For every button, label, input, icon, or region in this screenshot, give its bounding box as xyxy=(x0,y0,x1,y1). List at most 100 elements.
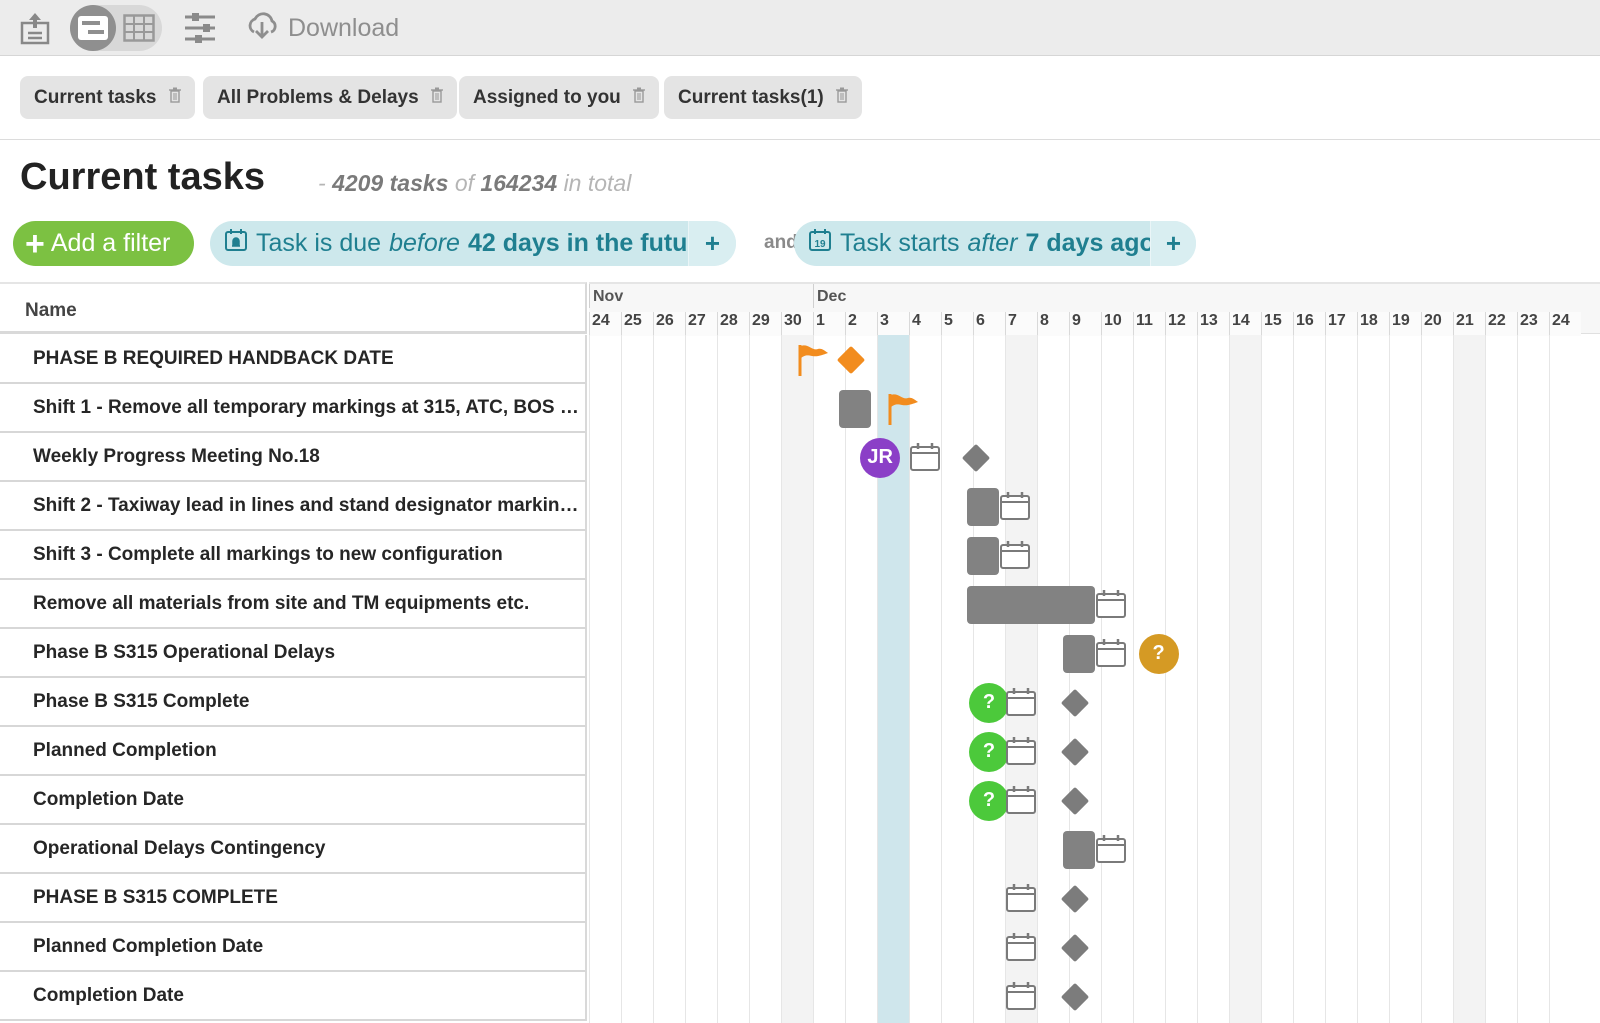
day-label: 21 xyxy=(1453,312,1485,336)
day-column xyxy=(1069,335,1101,1023)
day-label: 30 xyxy=(781,312,813,336)
task-row[interactable]: Planned Completion xyxy=(0,727,587,776)
day-column xyxy=(1261,335,1293,1023)
day-column xyxy=(1389,335,1421,1023)
due-date-calendar-icon[interactable] xyxy=(1005,932,1037,962)
flag-icon[interactable] xyxy=(796,343,830,377)
task-row[interactable]: PHASE B S315 COMPLETE xyxy=(0,874,587,923)
filter-add-button[interactable]: + xyxy=(1150,221,1196,266)
task-bar[interactable] xyxy=(1062,830,1095,869)
day-column xyxy=(1325,335,1357,1023)
task-name: Weekly Progress Meeting No.18 xyxy=(33,445,320,467)
day-column xyxy=(1453,335,1485,1023)
add-filter-label: Add a filter xyxy=(50,229,171,257)
task-row[interactable]: PHASE B REQUIRED HANDBACK DATE xyxy=(0,335,587,384)
export-icon[interactable] xyxy=(17,10,53,46)
day-label: 16 xyxy=(1293,312,1325,336)
download-button[interactable]: Download xyxy=(246,10,399,46)
task-row[interactable]: Remove all materials from site and TM eq… xyxy=(0,580,587,629)
task-row[interactable]: Weekly Progress Meeting No.18 xyxy=(0,433,587,482)
chip-label: All Problems & Delays xyxy=(217,86,419,108)
task-bar[interactable] xyxy=(838,389,871,428)
day-column xyxy=(1165,335,1197,1023)
settings-sliders-icon[interactable] xyxy=(182,10,218,46)
day-column xyxy=(845,335,877,1023)
day-column xyxy=(589,335,621,1023)
filter-operator: after xyxy=(967,229,1018,257)
task-name: PHASE B S315 COMPLETE xyxy=(33,886,278,908)
unassigned-question-icon[interactable]: ? xyxy=(969,780,1009,821)
day-column xyxy=(1357,335,1389,1023)
saved-filter-chip[interactable]: Current tasks xyxy=(20,76,195,119)
due-date-calendar-icon[interactable] xyxy=(1095,589,1127,619)
filter-pill-start[interactable]: 19 Task starts after 7 days ago + xyxy=(794,221,1196,266)
chip-label: Current tasks xyxy=(34,86,157,108)
timeline-body: JR???? xyxy=(589,335,1600,1023)
task-row[interactable]: Shift 1 - Remove all temporary markings … xyxy=(0,384,587,433)
day-label: 9 xyxy=(1069,312,1101,336)
trash-icon[interactable] xyxy=(168,87,181,109)
due-date-calendar-icon[interactable] xyxy=(999,491,1031,521)
day-column xyxy=(941,335,973,1023)
day-label: 5 xyxy=(941,312,973,336)
due-date-calendar-icon[interactable] xyxy=(1005,785,1037,815)
card-view-icon[interactable] xyxy=(70,5,116,51)
task-bar[interactable] xyxy=(966,585,1095,624)
day-column xyxy=(685,335,717,1023)
task-row[interactable]: Shift 3 - Complete all markings to new c… xyxy=(0,531,587,580)
due-date-calendar-icon[interactable] xyxy=(1005,981,1037,1011)
plus-icon: + xyxy=(25,224,45,263)
unassigned-question-icon[interactable]: ? xyxy=(1138,633,1179,674)
due-date-calendar-icon[interactable] xyxy=(1005,883,1037,913)
unassigned-question-icon[interactable]: ? xyxy=(969,682,1009,723)
task-bar[interactable] xyxy=(1062,634,1095,673)
day-label: 10 xyxy=(1101,312,1133,336)
task-bar[interactable] xyxy=(966,536,999,575)
trash-icon[interactable] xyxy=(835,87,848,109)
day-label: 24 xyxy=(589,312,621,336)
filter-operator: before xyxy=(389,229,460,257)
gantt-chart: Name PHASE B REQUIRED HANDBACK DATE Shift… xyxy=(0,282,1600,1023)
name-header-label: Name xyxy=(25,300,77,321)
month-divider xyxy=(589,284,590,308)
flag-icon[interactable] xyxy=(886,392,920,426)
assignee-avatar[interactable]: JR xyxy=(860,437,901,478)
saved-filter-chip[interactable]: Current tasks(1) xyxy=(664,76,862,119)
saved-filter-chip[interactable]: Assigned to you xyxy=(459,76,659,119)
due-date-calendar-icon[interactable] xyxy=(1005,687,1037,717)
due-date-calendar-icon[interactable] xyxy=(909,442,941,472)
task-row[interactable]: Shift 2 - Taxiway lead in lines and stan… xyxy=(0,482,587,531)
due-date-calendar-icon[interactable] xyxy=(1005,736,1037,766)
task-row[interactable]: Phase B S315 Operational Delays xyxy=(0,629,587,678)
trash-icon[interactable] xyxy=(632,87,645,109)
chip-label: Assigned to you xyxy=(473,86,621,108)
task-row[interactable]: Planned Completion Date xyxy=(0,923,587,972)
unassigned-question-icon[interactable]: ? xyxy=(969,731,1009,772)
task-row[interactable]: Operational Delays Contingency xyxy=(0,825,587,874)
task-name: PHASE B REQUIRED HANDBACK DATE xyxy=(33,347,394,369)
timeline-header: Nov Dec 24 25 26 27 28 29 30 1 2 3 4 5 6 7 8 9 10 11 12 13 14 1… xyxy=(589,282,1600,336)
day-label: 20 xyxy=(1421,312,1453,336)
saved-filter-chip[interactable]: All Problems & Delays xyxy=(203,76,457,119)
filter-value: 42 days in the future xyxy=(467,229,712,257)
task-row[interactable]: Completion Date xyxy=(0,776,587,825)
download-label: Download xyxy=(288,13,400,42)
add-filter-button[interactable]: + Add a filter xyxy=(13,221,194,266)
name-column-header[interactable]: Name xyxy=(0,282,587,334)
task-name: Operational Delays Contingency xyxy=(33,837,326,859)
day-label: 22 xyxy=(1485,312,1517,336)
task-row[interactable]: Completion Date xyxy=(0,972,587,1021)
due-date-calendar-icon[interactable] xyxy=(1095,638,1127,668)
svg-text:19: 19 xyxy=(814,239,826,250)
task-row[interactable]: Phase B S315 Complete xyxy=(0,678,587,727)
filter-add-button[interactable]: + xyxy=(688,221,736,266)
grid-view-icon[interactable] xyxy=(116,5,162,51)
task-bar[interactable] xyxy=(966,487,999,526)
trash-icon[interactable] xyxy=(430,87,443,109)
day-column xyxy=(973,335,1005,1023)
filter-pill-due[interactable]: Task is due before 42 days in the future… xyxy=(210,221,736,266)
day-column xyxy=(1485,335,1517,1023)
due-date-calendar-icon[interactable] xyxy=(1095,834,1127,864)
day-label: 17 xyxy=(1325,312,1357,336)
due-date-calendar-icon[interactable] xyxy=(999,540,1031,570)
